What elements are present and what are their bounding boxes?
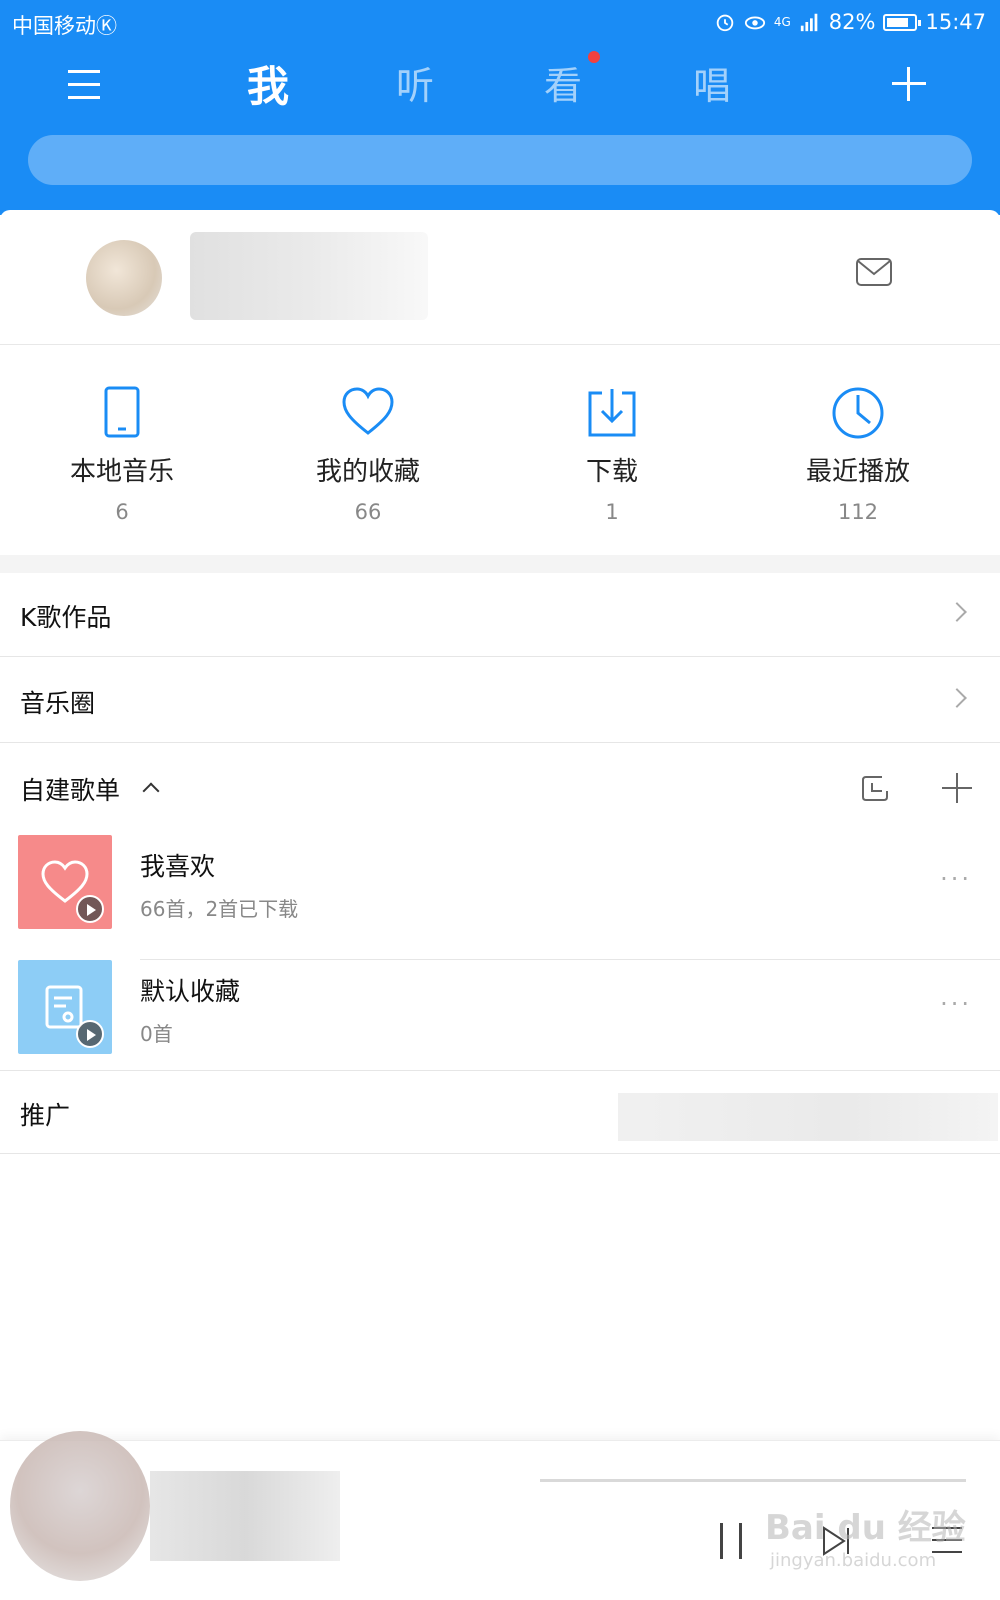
add-playlist-button[interactable] — [942, 773, 972, 803]
stat-count: 66 — [354, 500, 382, 524]
stat-label: 下载 — [585, 457, 638, 487]
clock-time: 15:47 — [925, 10, 986, 34]
avatar[interactable] — [86, 240, 162, 316]
row-promotion[interactable]: 推广 — [0, 1070, 1000, 1154]
network-type: 4G — [773, 15, 791, 29]
pause-button[interactable] — [718, 1523, 744, 1559]
tab-listen[interactable]: 听 — [396, 55, 434, 110]
heart-icon — [342, 387, 394, 435]
playlist-name: 默认收藏 — [140, 977, 241, 1006]
tab-watch-label: 看 — [543, 64, 583, 108]
watermark-logo: Bai du 经验 — [765, 1508, 966, 1548]
stat-label: 本地音乐 — [69, 457, 174, 487]
stat-count: 6 — [115, 500, 129, 524]
chevron-up-icon[interactable] — [142, 782, 160, 800]
notification-dot — [588, 51, 601, 63]
carrier-label: 中国移动Ⓚ — [12, 14, 117, 38]
stat-label: 我的收藏 — [315, 457, 420, 487]
playlist-subtitle: 66首，2首已下载 — [140, 897, 299, 921]
stat-count: 1 — [605, 500, 619, 524]
search-bar[interactable] — [28, 135, 972, 185]
row-label: 推广 — [20, 1101, 71, 1130]
battery-icon — [883, 13, 922, 31]
import-icon[interactable] — [860, 773, 890, 803]
playlist-subtitle: 0首 — [140, 1022, 173, 1046]
stats-grid: 本地音乐 6 我的收藏 66 下载 1 最近播放 112 — [0, 345, 1000, 555]
album-art-blurred[interactable] — [10, 1431, 150, 1581]
mail-icon[interactable] — [856, 258, 892, 286]
row-karaoke-works[interactable]: K歌作品 — [0, 573, 1000, 657]
play-icon[interactable] — [76, 1020, 104, 1048]
battery-percent: 82% — [828, 10, 876, 34]
watermark-url: jingyan.baidu.com — [770, 1550, 937, 1571]
promo-content-blurred[interactable] — [618, 1093, 998, 1141]
tab-watch[interactable]: 看 — [543, 51, 601, 110]
stat-favorites[interactable]: 我的收藏 66 — [268, 385, 468, 524]
app-header: 中国移动Ⓚ 4G 82% 15:47 我 听 看 唱 — [0, 0, 1000, 215]
add-button[interactable] — [892, 67, 926, 101]
stat-recent-plays[interactable]: 最近播放 112 — [758, 385, 958, 524]
chevron-right-icon — [947, 602, 967, 622]
playlist-item[interactable]: 默认收藏 0首 ··· — [0, 960, 1000, 1085]
tab-sing[interactable]: 唱 — [693, 55, 731, 110]
stat-count: 112 — [837, 500, 879, 524]
chevron-right-icon — [947, 688, 967, 708]
progress-bar[interactable] — [540, 1479, 966, 1482]
section-divider — [0, 555, 1000, 573]
song-title-blurred[interactable] — [150, 1471, 340, 1561]
row-label: K歌作品 — [20, 603, 112, 632]
playlist-section-header: 自建歌单 — [0, 745, 1000, 829]
signal-icon — [800, 13, 818, 32]
username-blurred[interactable] — [190, 232, 428, 320]
more-options-icon[interactable]: ··· — [940, 865, 972, 893]
pause-bar — [739, 1523, 742, 1559]
alarm-icon — [716, 14, 734, 32]
stat-label: 最近播放 — [805, 457, 910, 487]
stat-downloads[interactable]: 下载 1 — [512, 385, 712, 524]
row-music-circle[interactable]: 音乐圈 — [0, 659, 1000, 743]
profile-card — [0, 210, 1000, 345]
playlist-cover — [18, 835, 112, 929]
playlist-cover — [18, 960, 112, 1054]
playlist-item[interactable]: 我喜欢 66首，2首已下载 ··· — [0, 835, 1000, 960]
tab-me[interactable]: 我 — [247, 53, 289, 114]
section-title: 自建歌单 — [20, 776, 121, 805]
status-bar: 中国移动Ⓚ 4G 82% 15:47 — [0, 0, 1000, 46]
eye-icon — [744, 16, 765, 30]
stat-local-music[interactable]: 本地音乐 6 — [22, 385, 222, 524]
play-icon[interactable] — [76, 895, 104, 923]
more-options-icon[interactable]: ··· — [940, 990, 972, 1018]
download-icon — [588, 389, 636, 437]
phone-icon — [104, 386, 140, 438]
clock-icon — [832, 387, 884, 439]
playlist-name: 我喜欢 — [140, 852, 216, 881]
row-label: 音乐圈 — [20, 689, 96, 718]
queue-line — [932, 1551, 962, 1553]
pause-bar — [720, 1523, 723, 1559]
top-tabs: 我 听 看 唱 — [0, 51, 1000, 119]
status-indicators: 4G 82% 15:47 — [714, 10, 986, 34]
